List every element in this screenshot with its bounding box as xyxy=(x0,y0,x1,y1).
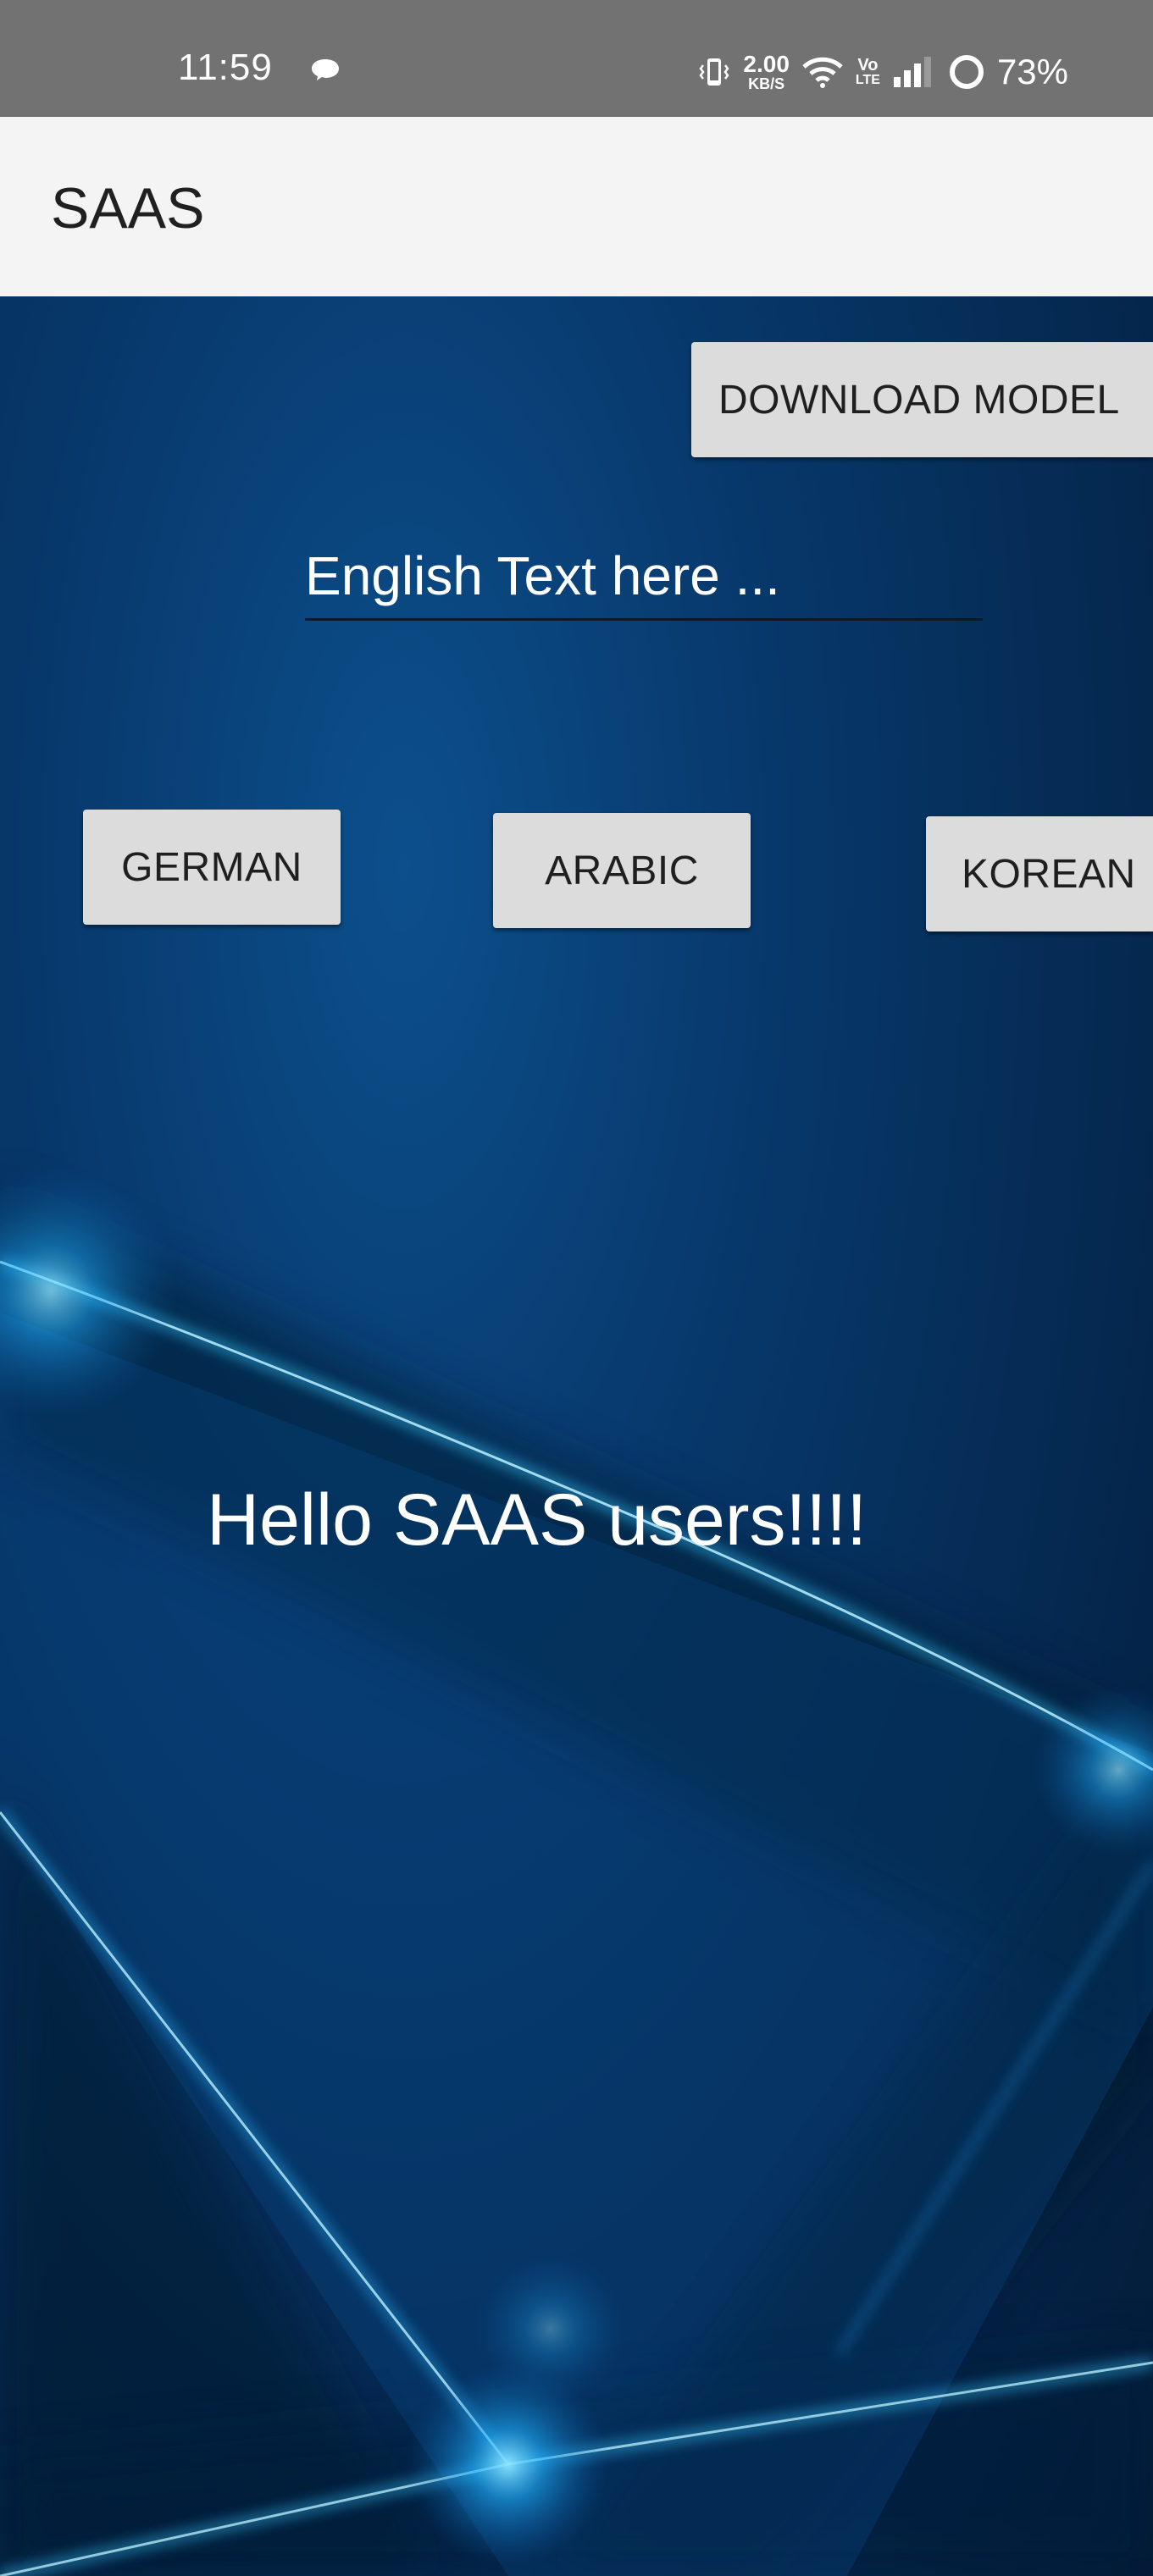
main-content: DOWNLOAD MODEL English Text here ... GER… xyxy=(0,296,1153,2576)
status-icons: 2.00 KB/S Vo LTE 73% xyxy=(697,51,1068,93)
net-speed-unit: KB/S xyxy=(748,75,785,92)
net-speed-value: 2.00 xyxy=(743,51,790,77)
signal-icon xyxy=(893,57,931,87)
background-art xyxy=(0,1164,1153,2576)
volte-bottom: LTE xyxy=(855,73,880,87)
translation-output: Hello SAAS users!!!! xyxy=(207,1479,868,1561)
status-time: 11:59 xyxy=(178,47,273,88)
download-model-button[interactable]: DOWNLOAD MODEL xyxy=(691,342,1153,457)
wifi-icon xyxy=(802,57,843,88)
battery-level: 73% xyxy=(996,52,1068,91)
arabic-button[interactable]: ARABIC xyxy=(493,813,751,928)
vibrate-icon xyxy=(699,58,729,86)
app-title: SAAS xyxy=(51,176,205,240)
app-bar: SAAS xyxy=(0,117,1153,296)
volte-indicator: Vo LTE xyxy=(856,57,880,87)
german-button[interactable]: GERMAN xyxy=(83,810,341,925)
volte-top: Vo xyxy=(857,56,879,75)
korean-button[interactable]: KOREAN xyxy=(926,816,1153,931)
english-text-placeholder: English Text here ... xyxy=(305,545,780,606)
chat-bubble-icon xyxy=(312,59,339,80)
english-text-input[interactable]: English Text here ... xyxy=(305,533,983,621)
status-bar: 11:59 2.00 KB/S Vo LTE 73% xyxy=(0,0,1153,117)
battery-ring-icon xyxy=(949,55,984,89)
net-speed: 2.00 KB/S xyxy=(743,51,790,92)
